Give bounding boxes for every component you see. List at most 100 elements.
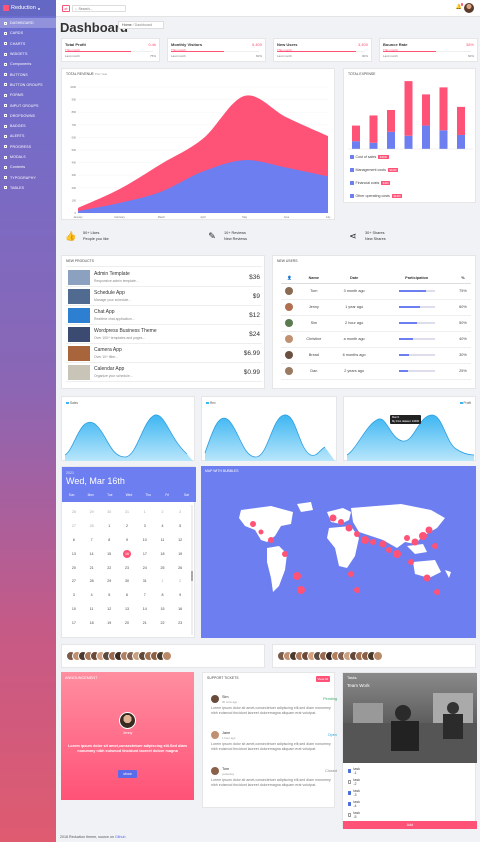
calendar-day[interactable]: 12 — [100, 607, 118, 611]
map-bubble[interactable] — [361, 536, 369, 544]
task-checkbox[interactable] — [348, 791, 352, 795]
calendar-day[interactable]: 1 — [154, 579, 172, 583]
calendar-day[interactable]: 19 — [100, 621, 118, 625]
calendar-day[interactable]: 1 — [136, 510, 154, 514]
sidebar-item-components[interactable]: Components — [0, 59, 56, 69]
menu-toggle-button[interactable]: ⇄ — [62, 5, 70, 12]
calendar-day[interactable]: 12 — [171, 538, 189, 542]
product-row[interactable]: Calendar App Organize your schedule... $0.… — [66, 363, 262, 382]
calendar-day[interactable]: 14 — [83, 552, 101, 556]
sidebar-item-input-groups[interactable]: INPUT GROUPS — [0, 100, 56, 110]
breadcrumb-home[interactable]: Home — [122, 23, 132, 27]
calendar-day[interactable]: 17 — [136, 552, 154, 556]
sidebar-item-button-groups[interactable]: BUTTON GROUPS — [0, 80, 56, 90]
map-bubble[interactable] — [258, 529, 264, 535]
map-bubble[interactable] — [404, 535, 410, 541]
map-bubble[interactable] — [393, 550, 401, 558]
user-avatar[interactable] — [464, 3, 474, 13]
map-bubble[interactable] — [432, 543, 438, 549]
map-bubble[interactable] — [419, 532, 427, 540]
map-bubble[interactable] — [386, 547, 392, 553]
footer-github-link[interactable]: Github — [115, 835, 126, 839]
add-task-button[interactable]: Add — [343, 821, 477, 829]
team-avatar[interactable] — [373, 651, 383, 661]
map-bubble[interactable] — [425, 526, 433, 534]
map-bubble[interactable] — [338, 519, 344, 525]
map-bubble[interactable] — [348, 571, 354, 577]
calendar-day[interactable]: 31 — [118, 510, 136, 514]
calendar-day[interactable]: 6 — [118, 593, 136, 597]
calendar-day[interactable]: 27 — [65, 579, 83, 583]
sidebar-item-dashboard[interactable]: DASHBOARD — [0, 18, 56, 29]
calendar-day[interactable]: 11 — [83, 607, 101, 611]
calendar-day[interactable]: 15 — [154, 607, 172, 611]
calendar-day[interactable]: 8 — [154, 593, 172, 597]
announcement-show-button[interactable]: show — [118, 770, 137, 778]
sidebar-item-badges[interactable]: BADGES — [0, 121, 56, 131]
calendar-scrollbar[interactable] — [191, 505, 193, 635]
sidebar-item-tables[interactable]: TABLES — [0, 183, 56, 193]
calendar-day[interactable]: 22 — [100, 566, 118, 570]
product-row[interactable]: Wordpress Business Theme Over 100+ templa… — [66, 325, 262, 344]
calendar-day[interactable]: 23 — [118, 566, 136, 570]
calendar-day[interactable]: 8 — [100, 538, 118, 542]
calendar-day[interactable]: 10 — [136, 538, 154, 542]
task-item[interactable]: task -5 — [348, 811, 361, 819]
brand[interactable]: Reduction ● — [0, 0, 56, 16]
task-item[interactable]: task -3 — [348, 789, 361, 797]
calendar-day[interactable]: 13 — [118, 607, 136, 611]
calendar-day[interactable]: 4 — [154, 524, 172, 528]
calendar-day[interactable]: 5 — [100, 593, 118, 597]
calendar-day[interactable]: 14 — [136, 607, 154, 611]
calendar-day[interactable]: 9 — [118, 538, 136, 542]
calendar-day[interactable]: 20 — [118, 621, 136, 625]
sidebar-item-dropdowns[interactable]: DROPDOWNS — [0, 111, 56, 121]
table-row[interactable]: Christine a month ago 40% — [281, 331, 471, 348]
sidebar-item-buttons[interactable]: BUTTONS — [0, 69, 56, 79]
table-row[interactable]: Sim 2 hour ago 50% — [281, 315, 471, 332]
table-row[interactable]: Jenny 1 year ago 60% — [281, 299, 471, 316]
table-row[interactable]: Dan 2 years ago 25% — [281, 363, 471, 380]
product-row[interactable]: Chat App Realtime chat application... $12 — [66, 306, 262, 325]
calendar-day[interactable]: 9 — [171, 593, 189, 597]
map-bubble[interactable] — [293, 572, 301, 580]
task-item[interactable]: task -4 — [348, 800, 361, 808]
task-checkbox[interactable] — [348, 802, 352, 806]
calendar-day[interactable]: 7 — [83, 538, 101, 542]
sidebar-item-typography[interactable]: TYPOGRAPHY — [0, 172, 56, 182]
calendar-day[interactable]: 30 — [118, 579, 136, 583]
calendar-day[interactable]: 24 — [136, 566, 154, 570]
calendar-day[interactable]: 10 — [65, 607, 83, 611]
product-row[interactable]: Schedule App Manage your schedule... $9 — [66, 287, 262, 306]
calendar-day[interactable]: 22 — [154, 621, 172, 625]
calendar-day[interactable]: 26 — [171, 566, 189, 570]
map-bubble[interactable] — [411, 538, 419, 546]
calendar-day[interactable]: 30 — [100, 510, 118, 514]
calendar-day[interactable]: 21 — [83, 566, 101, 570]
sidebar-item-modals[interactable]: MODALS — [0, 152, 56, 162]
table-row[interactable]: Bread 6 months ago 30% — [281, 347, 471, 364]
task-checkbox[interactable] — [348, 780, 352, 784]
map-bubble[interactable] — [423, 574, 431, 582]
calendar-day[interactable]: 31 — [136, 579, 154, 583]
map-bubble[interactable] — [408, 559, 414, 565]
map-bubble[interactable] — [297, 586, 305, 594]
sidebar-item-widgets[interactable]: WIDGETS — [0, 49, 56, 59]
calendar-day[interactable]: 18 — [83, 621, 101, 625]
task-item[interactable]: task -1 — [348, 767, 361, 775]
table-row[interactable]: Tom 3 month ago 75% — [281, 283, 471, 300]
map-bubble[interactable] — [354, 531, 360, 537]
calendar-day[interactable]: 16 — [171, 607, 189, 611]
notification-bell-icon[interactable]: 🔔 — [456, 3, 463, 10]
calendar-day[interactable]: 2 — [154, 510, 172, 514]
calendar-day[interactable]: 23 — [171, 621, 189, 625]
map-bubble[interactable] — [379, 540, 387, 548]
calendar-day[interactable]: 2 — [118, 524, 136, 528]
task-checkbox[interactable] — [348, 813, 352, 817]
map-bubble[interactable] — [282, 551, 288, 557]
map-bubble[interactable] — [370, 539, 376, 545]
calendar-day[interactable]: 7 — [136, 593, 154, 597]
sidebar-item-progress[interactable]: PROGRESS — [0, 142, 56, 152]
calendar-day[interactable]: 21 — [136, 621, 154, 625]
calendar-day[interactable]: 3 — [65, 593, 83, 597]
